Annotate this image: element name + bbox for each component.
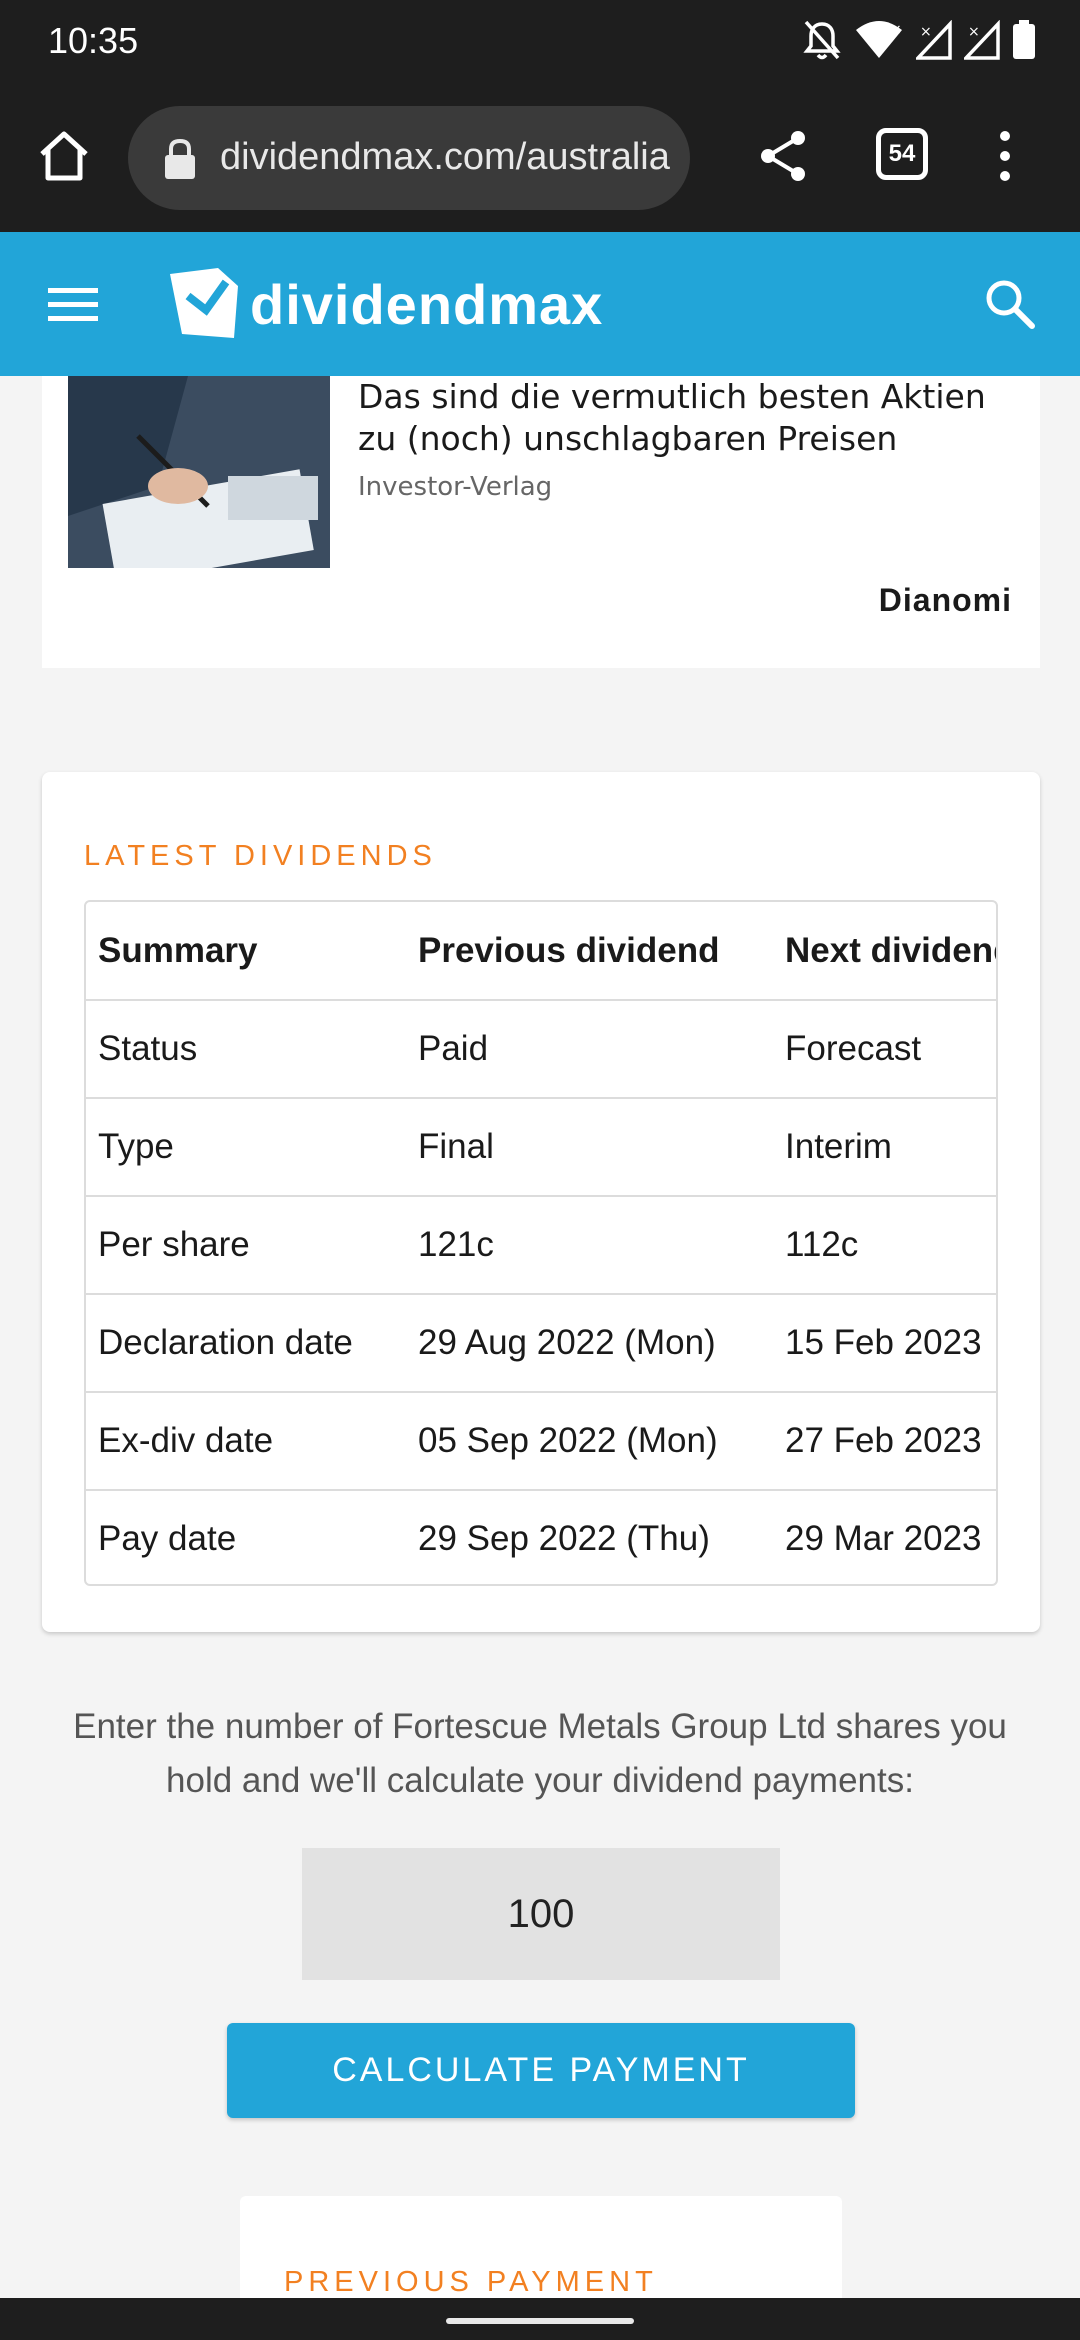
- table-cell: 29 Mar 2023: [773, 1490, 996, 1584]
- table-cell: 121c: [406, 1196, 773, 1295]
- column-header: Previous dividend: [406, 902, 773, 1001]
- wifi-icon: ×: [856, 21, 902, 58]
- signal-icon: ×: [964, 20, 1000, 60]
- status-time: 10:35: [48, 20, 139, 61]
- latest-dividends-heading: LATEST DIVIDENDS: [84, 840, 437, 872]
- site-header: dividendmax: [0, 232, 1080, 376]
- table-cell: 05 Sep 2022 (Mon): [406, 1392, 773, 1491]
- signal-icon: ×: [916, 20, 952, 60]
- table-row: Pay date 29 Sep 2022 (Thu) 29 Mar 2023: [86, 1490, 996, 1584]
- browser-toolbar: dividendmax.com/australia 54: [0, 84, 1080, 232]
- svg-text:×: ×: [920, 24, 932, 40]
- svg-text:×: ×: [890, 22, 902, 38]
- sponsored-ad[interactable]: Das sind die vermutlich besten Aktien zu…: [42, 376, 1040, 668]
- home-icon[interactable]: [32, 124, 96, 188]
- shares-quantity-input[interactable]: [302, 1848, 780, 1980]
- table-cell: Final: [406, 1098, 773, 1197]
- more-options-icon[interactable]: [990, 124, 1020, 188]
- column-header: Next dividend: [773, 902, 996, 1001]
- table-cell: 112c: [773, 1196, 996, 1295]
- latest-dividends-card: LATEST DIVIDENDS Summary Previous divide…: [42, 772, 1040, 1632]
- table-cell: Paid: [406, 1000, 773, 1099]
- url-text: dividendmax.com/australia: [220, 136, 670, 178]
- table-row: Status Paid Forecast: [86, 1000, 996, 1099]
- table-cell: Type: [86, 1098, 406, 1197]
- table-header-row: Summary Previous dividend Next dividend: [86, 902, 996, 1001]
- previous-payment-heading: PREVIOUS PAYMENT: [284, 2266, 658, 2298]
- table-cell: 27 Feb 2023: [773, 1392, 996, 1491]
- lock-icon: [165, 138, 195, 179]
- svg-text:×: ×: [968, 24, 980, 40]
- table-row: Ex-div date 05 Sep 2022 (Mon) 27 Feb 202…: [86, 1392, 996, 1491]
- calculator-instructions: Enter the number of Fortescue Metals Gro…: [73, 1707, 1007, 1800]
- tab-switcher-button[interactable]: 54: [876, 128, 928, 180]
- dividends-table: Summary Previous dividend Next dividend …: [86, 902, 996, 1584]
- status-icons: × × ×: [802, 18, 1036, 62]
- table-cell: Interim: [773, 1098, 996, 1197]
- system-nav-bar: [0, 2298, 1080, 2340]
- search-icon[interactable]: [982, 276, 1038, 332]
- battery-icon: [1013, 20, 1035, 59]
- table-row: Type Final Interim: [86, 1098, 996, 1197]
- table-row: Per share 121c 112c: [86, 1196, 996, 1295]
- table-cell: 29 Aug 2022 (Mon): [406, 1294, 773, 1393]
- share-icon[interactable]: [752, 124, 816, 188]
- column-header: Summary: [86, 902, 406, 1001]
- status-bar: 10:35 × × ×: [0, 0, 1080, 84]
- bell-off-icon: [803, 20, 841, 60]
- table-cell: 29 Sep 2022 (Thu): [406, 1490, 773, 1584]
- calculate-payment-button[interactable]: CALCULATE PAYMENT: [227, 2023, 855, 2118]
- table-cell: Per share: [86, 1196, 406, 1295]
- site-logo[interactable]: dividendmax: [166, 262, 603, 346]
- table-cell: Ex-div date: [86, 1392, 406, 1491]
- hamburger-menu-icon[interactable]: [48, 284, 98, 324]
- ad-network-logo[interactable]: Dianomi: [879, 582, 1012, 619]
- home-gesture-handle[interactable]: [446, 2318, 634, 2324]
- table-row: Declaration date 29 Aug 2022 (Mon) 15 Fe…: [86, 1294, 996, 1393]
- dividends-table-scroll[interactable]: Summary Previous dividend Next dividend …: [84, 900, 998, 1586]
- ad-source: Investor-Verlag: [358, 472, 553, 502]
- table-cell: Status: [86, 1000, 406, 1099]
- address-bar[interactable]: dividendmax.com/australia: [128, 106, 690, 210]
- table-cell: Declaration date: [86, 1294, 406, 1393]
- table-cell: Forecast: [773, 1000, 996, 1099]
- ad-thumbnail[interactable]: [68, 376, 330, 568]
- logo-mark-icon: [170, 268, 238, 338]
- ad-photo: [68, 376, 330, 568]
- ad-title[interactable]: Das sind die vermutlich besten Aktien zu…: [358, 376, 1028, 460]
- table-cell: 15 Feb 2023: [773, 1294, 996, 1393]
- table-cell: Pay date: [86, 1490, 406, 1584]
- logo-text: dividendmax: [250, 272, 604, 336]
